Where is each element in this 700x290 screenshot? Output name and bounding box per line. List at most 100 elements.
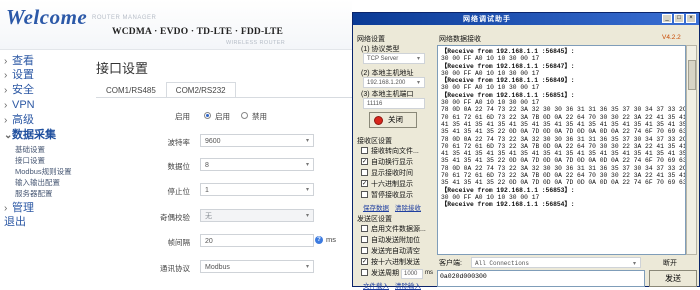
frame-unit: ms (326, 235, 336, 244)
log-line: 30 00 FF A0 10 10 30 00 17 (441, 55, 540, 63)
sidebar-item-logout[interactable]: 退出 (4, 216, 26, 229)
send-button[interactable]: 发送 (649, 270, 697, 287)
log-line: 【Receive from 192.168.1.1 :56851】: (441, 91, 575, 99)
chevron-right-icon: › (4, 56, 8, 67)
databits-select[interactable]: 8 ▾ (200, 158, 314, 171)
tool-recv_opts-checkbox-3[interactable]: ✓ (361, 180, 368, 187)
sidebar-sub-io[interactable]: 输入输出配置 (15, 177, 60, 188)
enable-label: 启用 (175, 112, 190, 121)
log-line: 78 0D 0A 22 74 73 22 3A 32 30 30 36 31 3… (441, 135, 686, 143)
clear-input-link[interactable]: 清除输入 (395, 280, 421, 290)
chevron-down-icon: ▾ (305, 213, 309, 219)
minimize-icon[interactable]: _ (662, 14, 672, 23)
net-debug-window: 网络调试助手 _ □ × 网络设置 (1) 协议类型 TCP Server ▾ (… (352, 12, 700, 290)
sidebar-item-vpn[interactable]: › VPN (4, 99, 35, 112)
sidebar-sub-server[interactable]: 服务器配置 (15, 188, 53, 199)
sidebar-sub-interface[interactable]: 接口设置 (15, 155, 45, 166)
log-line: 41 35 41 35 41 35 41 35 41 35 41 35 41 3… (441, 150, 686, 158)
tool-send_opts-checkbox-2[interactable] (361, 247, 368, 254)
close-connection-button[interactable]: 关闭 (369, 112, 417, 128)
send-period-input[interactable]: 1000 (401, 269, 423, 279)
protocol-select[interactable]: Modbus ▾ (200, 260, 314, 273)
sidebar-item-view[interactable]: › 查看 (4, 55, 34, 68)
router-header: Welcome ROUTER MANAGER WCDMA · EVDO · TD… (0, 0, 352, 50)
enable-radio-off[interactable] (241, 112, 248, 119)
tool-recv_opts-checkbox-0[interactable] (361, 147, 368, 154)
tool-recv_opts-label-1: 自动换行显示 (371, 159, 413, 166)
window-title: 网络调试助手 (463, 16, 511, 23)
tab-com2[interactable]: COM2/RS232 (165, 82, 236, 98)
sidebar-item-security[interactable]: › 安全 (4, 84, 34, 97)
scroll-thumb[interactable] (688, 60, 696, 90)
parity-label: 奇偶校验 (160, 213, 190, 222)
log-line: 70 61 72 61 6D 73 22 3A 7B 0D 0A 22 64 7… (441, 113, 686, 121)
tool-recv_opts-checkbox-2[interactable] (361, 169, 368, 176)
log-line: 78 0D 0A 22 74 73 22 3A 32 30 30 36 31 3… (441, 106, 686, 114)
clear-recv-link[interactable]: 清除接收 (395, 202, 421, 212)
save-data-link[interactable]: 保存数据 (363, 202, 389, 212)
recv-log-title: 网络数据接收 (439, 36, 481, 43)
send-settings-title: 发送区设置 (357, 216, 392, 223)
page-title: 接口设置 (96, 61, 149, 76)
load-file-link[interactable]: 文件载入 (363, 280, 389, 290)
port-tabs: COM1/RS485 COM2/RS232 (96, 82, 236, 98)
stopbits-label: 停止位 (167, 187, 191, 196)
baud-select[interactable]: 9600 ▾ (200, 134, 314, 147)
protocol-type-select[interactable]: TCP Server ▾ (363, 53, 425, 64)
chevron-down-icon: ▾ (416, 56, 420, 62)
log-line: 【Receive from 192.168.1.1 :56853】: (441, 186, 575, 194)
chevron-right-icon: › (4, 85, 8, 96)
log-line: 78 0D 0A 22 74 73 22 3A 32 30 30 36 31 3… (441, 164, 686, 172)
chevron-right-icon: › (4, 115, 8, 126)
local-port-input[interactable]: 11116 (363, 98, 425, 109)
chevron-down-icon: ▾ (632, 260, 636, 267)
client-label: 客户端: (439, 260, 462, 267)
tool-send_opts-label-3: 按十六进制发送 (371, 259, 420, 266)
client-select[interactable]: All Connections ▾ (471, 257, 641, 268)
tool-recv_opts-label-3: 十六进制显示 (371, 181, 413, 188)
tool-recv_opts-checkbox-4[interactable] (361, 191, 368, 198)
frame-interval-label: 帧间隔 (167, 238, 191, 247)
tab-com1[interactable]: COM1/RS485 (96, 82, 166, 98)
chevron-down-icon: ▾ (305, 138, 309, 144)
frame-interval-input[interactable]: 20 (200, 234, 314, 247)
maximize-icon[interactable]: □ (674, 14, 684, 23)
sidebar-item-data-collection[interactable]: ⌄数据采集 (4, 129, 56, 142)
log-line: 35 41 35 41 35 22 0D 0A 7D 0D 0A 7D 0D 0… (441, 179, 686, 187)
log-line: 【Receive from 192.168.1.1 :56849】: (441, 77, 575, 85)
stop-icon (374, 116, 383, 125)
tool-send_opts-checkbox-3[interactable]: ✓ (361, 258, 368, 265)
baud-label: 波特率 (167, 138, 191, 147)
log-line: 70 61 72 61 6D 73 22 3A 7B 0D 0A 22 64 7… (441, 142, 686, 150)
close-icon[interactable]: × (686, 14, 696, 23)
chevron-down-icon: ▾ (305, 162, 309, 168)
tool-send_opts-checkbox-4[interactable] (361, 269, 368, 276)
sidebar-item-settings[interactable]: › 设置 (4, 69, 34, 82)
sidebar-sub-basic[interactable]: 基础设置 (15, 144, 45, 155)
recv-log[interactable]: 【Receive from 192.168.1.1 :56845】: 30 00 … (437, 45, 686, 255)
chevron-down-icon: ⌄ (4, 130, 13, 141)
sidebar-sub-modbus[interactable]: Modbus规则设置 (15, 166, 72, 177)
sidebar-item-advanced[interactable]: › 高级 (4, 114, 34, 127)
local-ip-input[interactable]: 192.168.1.200 ▾ (363, 77, 425, 88)
tool-send_opts-label-0: 启用文件数据源... (371, 226, 426, 233)
version-label: V4.2.2 (662, 34, 681, 41)
tool-send_opts-checkbox-0[interactable] (361, 225, 368, 232)
enable-radio-on[interactable] (204, 112, 211, 119)
protocol-label: 通讯协议 (160, 264, 190, 273)
parity-select[interactable]: 无 ▾ (200, 209, 314, 222)
log-scrollbar[interactable] (686, 45, 697, 255)
brand-tagline-bottom: WIRELESS ROUTER (226, 40, 286, 46)
window-titlebar[interactable]: 网络调试助手 _ □ × (353, 13, 699, 25)
stopbits-select[interactable]: 1 ▾ (200, 183, 314, 196)
send-period-unit: ms (425, 270, 433, 276)
disconnect-button[interactable]: 断开 (663, 258, 677, 268)
sidebar-item-manage[interactable]: › 管理 (4, 202, 34, 215)
log-line: 35 41 35 41 35 22 0D 0A 7D 0D 0A 7D 0D 0… (441, 128, 686, 136)
chevron-down-icon: ▾ (305, 264, 309, 270)
help-icon[interactable]: ? (315, 236, 323, 244)
send-input[interactable]: 0a020d000300 (437, 270, 645, 287)
chevron-down-icon: ▾ (416, 80, 420, 86)
tool-recv_opts-checkbox-1[interactable]: ✓ (361, 158, 368, 165)
tool-send_opts-checkbox-1[interactable] (361, 236, 368, 243)
